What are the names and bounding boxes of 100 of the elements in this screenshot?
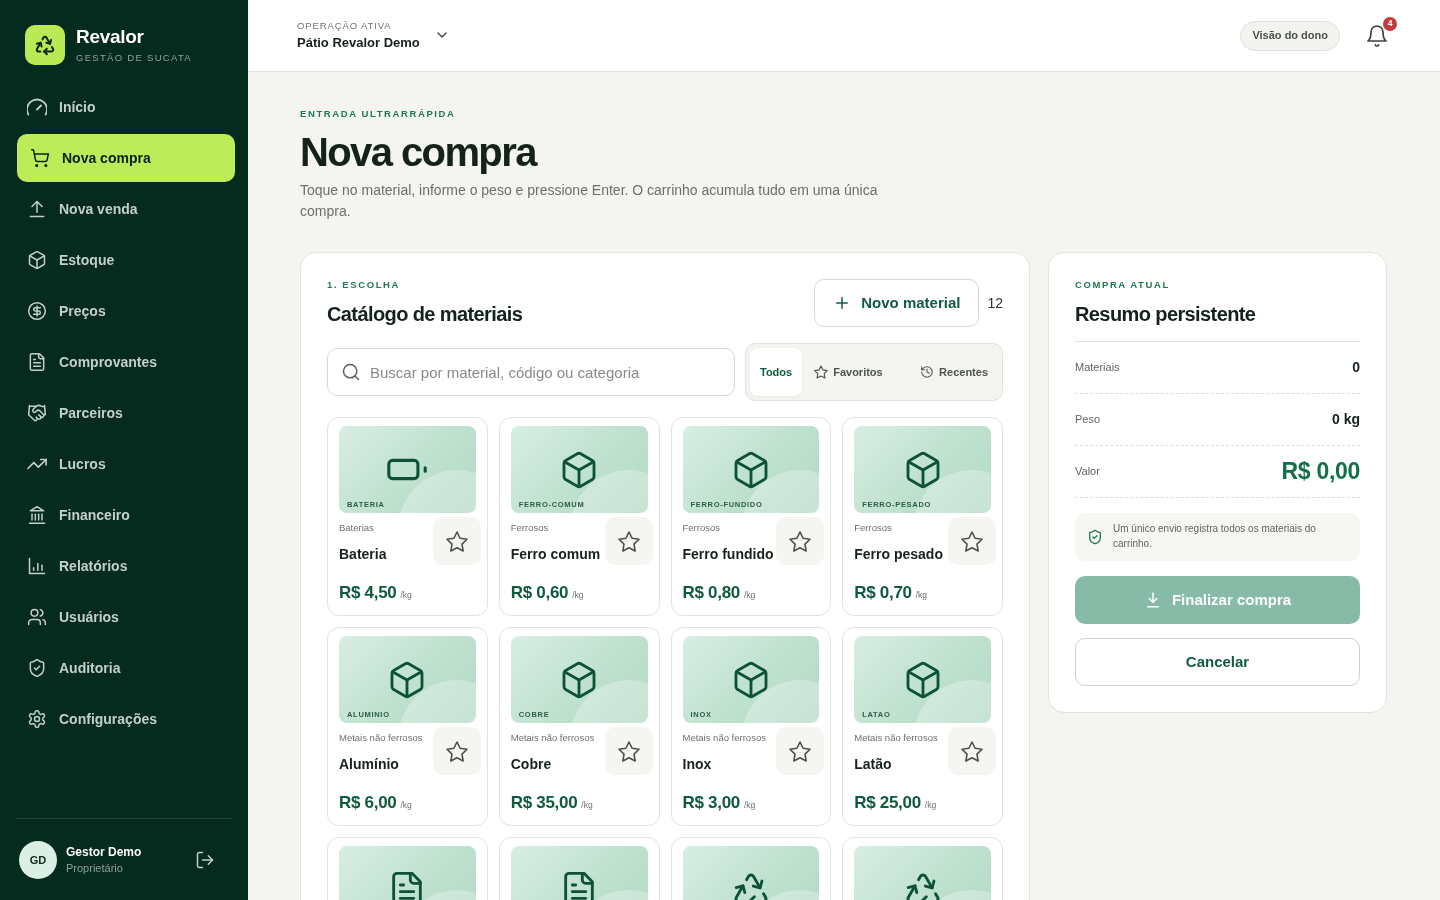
new-material-button[interactable]: Novo material — [814, 279, 980, 328]
favorite-button[interactable] — [776, 727, 825, 776]
logo-icon — [25, 25, 65, 65]
material-price: R$ 0,70 — [854, 583, 912, 604]
section-eyebrow: COMPRA ATUAL — [1075, 279, 1171, 291]
bank-icon — [27, 505, 47, 525]
shield-check-icon — [1087, 528, 1103, 545]
upload-icon — [27, 199, 47, 219]
users-icon — [27, 607, 47, 627]
price-unit: /kg — [400, 589, 412, 603]
star-icon — [814, 365, 829, 380]
material-price: R$ 4,50 — [339, 583, 397, 604]
favorite-button[interactable] — [948, 517, 996, 566]
summary-label: Valor — [1075, 464, 1100, 480]
sidebar-item[interactable]: Lucros — [17, 440, 235, 488]
summary-label: Peso — [1075, 412, 1101, 428]
material-price: R$ 3,00 — [682, 793, 740, 814]
material-name: Ferro fundido — [682, 546, 774, 563]
section-title: Catálogo de materiais — [327, 301, 523, 326]
material-name: Bateria — [339, 546, 387, 563]
material-name: Cobre — [510, 756, 553, 773]
price-unit: /kg — [400, 799, 412, 813]
settings-icon — [27, 709, 47, 729]
filter-tab[interactable]: Recentes — [910, 348, 998, 397]
note-text: Um único envio registra todos os materiais do carrinho. — [1113, 522, 1317, 551]
favorite-button[interactable] — [948, 727, 996, 776]
material-name: Ferro comum — [510, 546, 601, 563]
favorite-button[interactable] — [604, 517, 653, 566]
material-price: R$ 6,00 — [339, 793, 397, 814]
logout-icon — [195, 850, 215, 870]
material-category: Baterias — [339, 523, 375, 534]
shield-check-icon — [27, 658, 47, 678]
filter-tab[interactable]: Favoritos — [804, 348, 893, 397]
page-eyebrow: ENTRADA ULTRARRÁPIDA — [300, 108, 457, 120]
section-title: Resumo persistente — [1075, 301, 1257, 326]
search-field[interactable]: Buscar por material, código ou categoria — [327, 348, 735, 397]
sidebar-item[interactable]: Estoque — [17, 236, 235, 284]
summary-value: 0 — [1352, 357, 1360, 377]
price-unit: /kg — [915, 589, 928, 603]
logout-button[interactable] — [195, 850, 215, 870]
price-unit: /kg — [743, 589, 756, 603]
page-title: Nova compra — [300, 130, 538, 175]
battery-icon — [387, 458, 428, 482]
notifications-button[interactable] — [1365, 23, 1389, 48]
sidebar-item[interactable]: Parceiros — [17, 389, 235, 437]
user-role: Proprietário — [66, 862, 124, 876]
favorite-button[interactable] — [776, 517, 825, 566]
sidebar-item[interactable]: Início — [17, 83, 235, 131]
summary-label: Materiais — [1075, 360, 1120, 376]
material-category: Metais não ferrosos — [510, 733, 595, 744]
favorite-button[interactable] — [432, 727, 481, 776]
sidebar-item[interactable]: Nova compra — [17, 134, 235, 182]
price-unit: /kg — [581, 799, 593, 813]
cancel-button[interactable]: Cancelar — [1075, 637, 1360, 686]
handshake-icon — [27, 403, 47, 423]
favorite-button[interactable] — [604, 727, 653, 776]
material-price: R$ 35,00 — [510, 793, 578, 814]
material-category: Metais não ferrosos — [854, 733, 938, 744]
cart-icon — [30, 148, 50, 168]
user-avatar: GD — [19, 841, 57, 879]
sidebar-item[interactable]: Financeiro — [17, 491, 235, 539]
filter-tab[interactable]: Todos — [750, 348, 803, 397]
material-name: Inox — [682, 756, 713, 773]
operation-selector[interactable]: OPERAÇÃO ATIVA Pátio Revalor Demo — [297, 21, 450, 50]
summary-value: 0 kg — [1332, 409, 1360, 429]
history-icon — [920, 365, 935, 380]
material-price: R$ 25,00 — [854, 793, 921, 814]
box-icon — [27, 250, 47, 270]
brand-name: Revalor — [76, 27, 145, 47]
search-icon — [341, 362, 361, 383]
material-category: Ferrosos — [854, 523, 893, 534]
document-icon — [27, 352, 47, 372]
material-name: Ferro pesado — [854, 546, 943, 563]
material-name: Alumínio — [339, 756, 400, 773]
bar-chart-icon — [27, 556, 47, 576]
material-category: Ferrosos — [510, 523, 550, 534]
favorite-button[interactable] — [432, 517, 481, 566]
page-description: Toque no material, informe o peso e pressione Enter. O carrinho acumula tudo em uma única compra. — [300, 181, 879, 222]
user-name: Gestor Demo — [66, 844, 142, 860]
notification-count: 4 — [1383, 16, 1397, 31]
sidebar-item[interactable]: Auditoria — [17, 644, 235, 692]
material-price: R$ 0,80 — [682, 583, 740, 604]
owner-view-button[interactable]: Visão do dono — [1240, 20, 1340, 51]
gauge-icon — [27, 97, 47, 117]
material-price: R$ 0,60 — [510, 583, 569, 604]
material-category: Ferrosos — [682, 523, 721, 534]
price-unit: /kg — [924, 799, 937, 813]
sidebar-item[interactable]: Comprovantes — [17, 338, 235, 386]
material-category: Metais não ferrosos — [682, 733, 766, 744]
bell-icon — [1365, 23, 1389, 48]
brand-tagline: GESTÃO DE SUCATA — [76, 53, 192, 63]
price-unit: /kg — [572, 589, 584, 603]
material-category: Metais não ferrosos — [339, 733, 423, 744]
material-name: Latão — [854, 756, 893, 773]
sidebar-item[interactable]: Usuários — [17, 593, 235, 641]
sidebar-item[interactable]: Relatórios — [17, 542, 235, 590]
material-count: 12 — [987, 293, 1003, 313]
sidebar-item[interactable]: Nova venda — [17, 185, 235, 233]
sidebar-item[interactable]: Preços — [17, 287, 235, 335]
sidebar-item[interactable]: Configurações — [17, 695, 235, 743]
